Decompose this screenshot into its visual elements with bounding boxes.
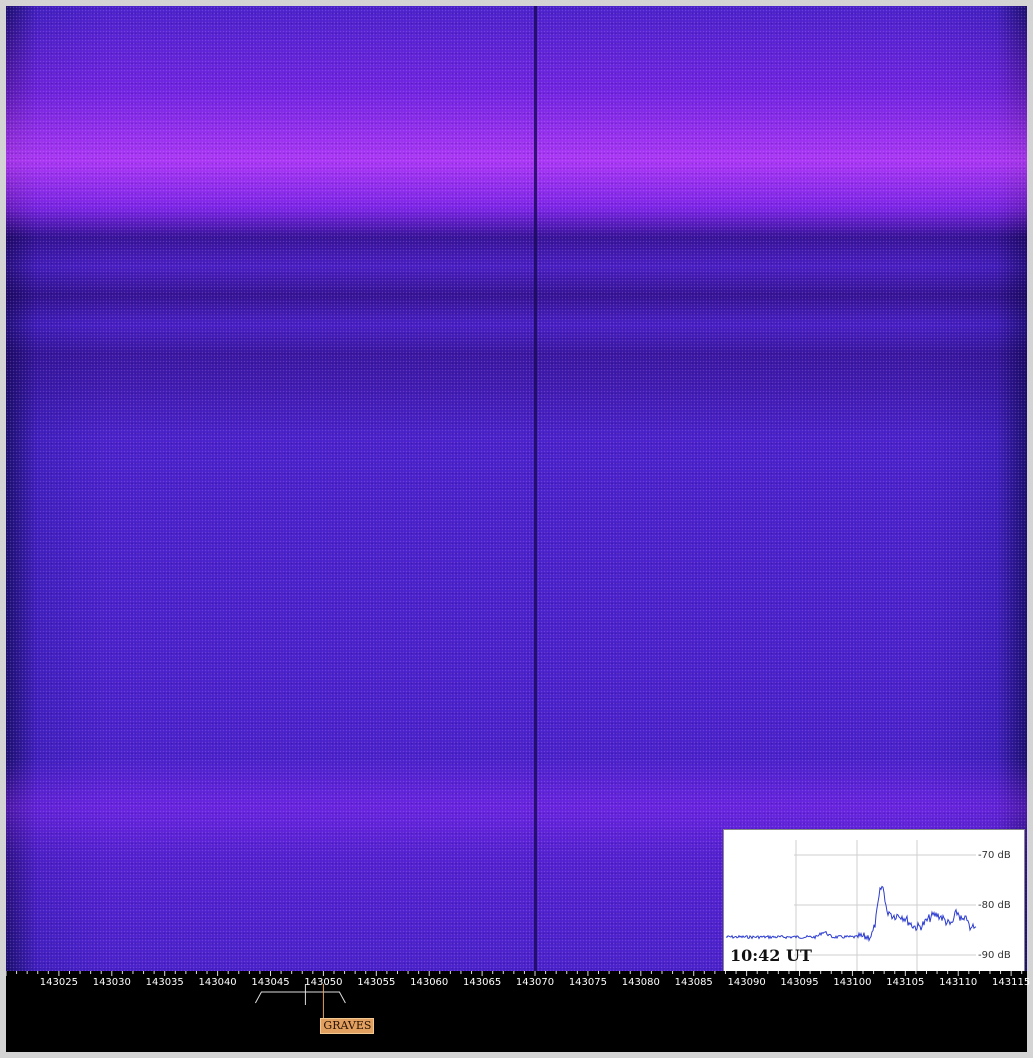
db-label-90: -90 dB [978,950,1011,961]
time-label: 10:42 UT [730,946,812,965]
db-label-80: -80 dB [978,900,1011,911]
graves-marker-label[interactable]: GRAVES [320,1018,375,1034]
spectrum-inset-panel: -70 dB -80 dB -90 dB 10:42 UT [723,829,1025,972]
spectrogram-waterfall[interactable] [6,6,1027,971]
passband-outline[interactable] [254,991,346,1004]
center-frequency-line [534,6,537,971]
passband-filter-shape [254,984,346,1019]
noise-texture-dark [6,6,1027,971]
frequency-axis: 143025 143030 143035 143040 143045 143050 1430… [6,971,1030,1052]
db-label-70: -70 dB [978,850,1011,861]
spectrum-trace [725,885,977,943]
window-frame: -70 dB -80 dB -90 dB 10:42 UT 143025 1430… [0,0,1033,1058]
